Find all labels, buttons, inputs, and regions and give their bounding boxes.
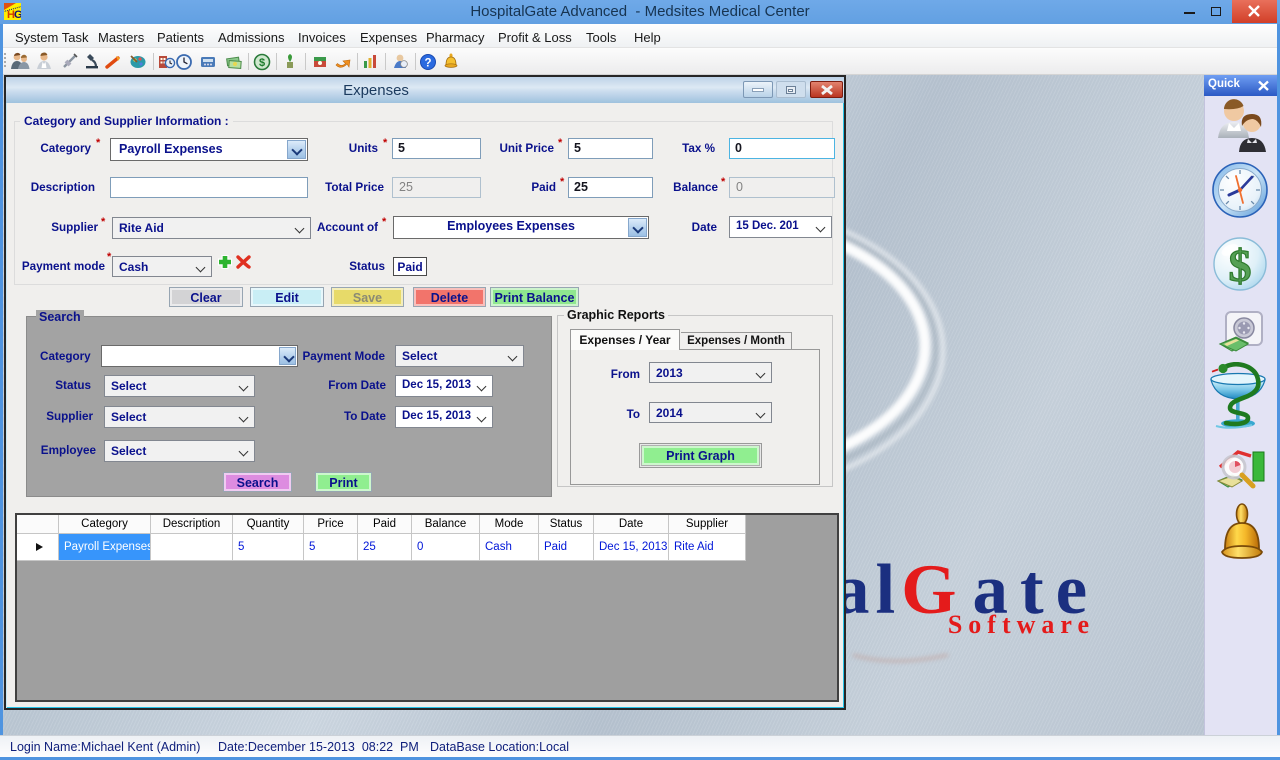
svg-text:?: ? bbox=[424, 58, 431, 70]
svg-text:$: $ bbox=[259, 57, 265, 69]
svg-text:$: $ bbox=[1229, 240, 1252, 291]
